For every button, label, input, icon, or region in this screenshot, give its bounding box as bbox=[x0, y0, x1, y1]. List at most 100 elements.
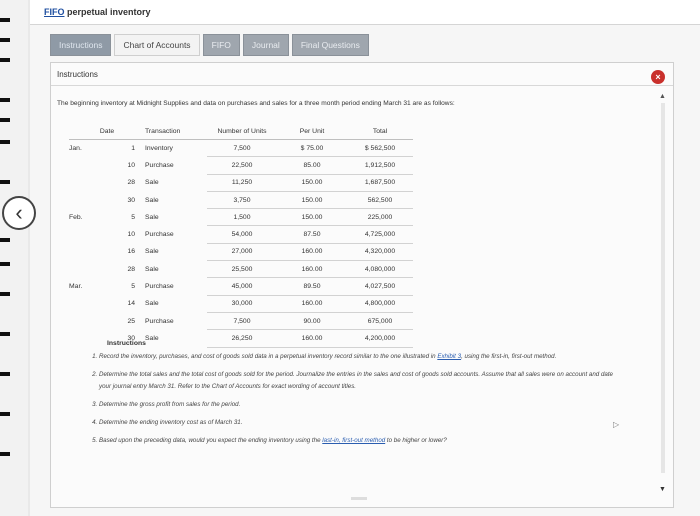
cell-day: 5 bbox=[131, 213, 135, 221]
table-row: 10 Purchase 22,500 85.00 1,912,500 bbox=[69, 156, 413, 175]
app-window: FIFO perpetual inventory Instructions Ch… bbox=[30, 0, 700, 516]
vertical-scrollbar[interactable]: ▲ ▼ bbox=[659, 93, 667, 493]
table-row: 28 Sale 11,250 150.00 1,687,500 bbox=[69, 174, 413, 192]
inventory-table: Date Transaction Number of Units Per Uni… bbox=[69, 123, 413, 348]
instruction-item: Determine the total sales and the total … bbox=[99, 369, 619, 393]
instructions-list: Record the inventory, purchases, and cos… bbox=[85, 351, 619, 453]
cell-units: 26,250 bbox=[207, 329, 277, 348]
cell-total: 4,027,500 bbox=[347, 277, 413, 296]
exhibit-link[interactable]: Exhibit 3 bbox=[437, 353, 461, 360]
instruction-item: Based upon the preceding data, would you… bbox=[99, 435, 619, 447]
cell-per-unit: 160.00 bbox=[277, 329, 347, 348]
cell-day: 10 bbox=[127, 161, 135, 169]
left-edge-bar bbox=[0, 0, 28, 516]
cell-units: 30,000 bbox=[207, 295, 277, 313]
cell-units: 11,250 bbox=[207, 174, 277, 192]
table-body: Jan. 1 Inventory 7,500 $ 75.00 $ 562,500 10 Pur… bbox=[69, 139, 413, 348]
cell-day: 16 bbox=[127, 248, 135, 256]
cell-per-unit: 87.50 bbox=[277, 225, 347, 244]
edge-tick bbox=[0, 262, 10, 266]
table-row: Jan. 1 Inventory 7,500 $ 75.00 $ 562,500 bbox=[69, 139, 413, 158]
cell-day: 1 bbox=[131, 144, 135, 152]
tab-chart-of-accounts[interactable]: Chart of Accounts bbox=[114, 34, 200, 56]
cell-total: 562,500 bbox=[347, 191, 413, 210]
instruction-item: Determine the gross profit from sales fo… bbox=[99, 399, 619, 411]
edge-tick bbox=[0, 332, 10, 336]
tab-final-questions[interactable]: Final Questions bbox=[291, 34, 369, 56]
cell-transaction: Sale bbox=[145, 248, 159, 256]
cell-total: 675,000 bbox=[347, 312, 413, 331]
cell-total: $ 562,500 bbox=[347, 139, 413, 158]
cell-month bbox=[69, 243, 101, 260]
cell-total: 4,080,000 bbox=[347, 260, 413, 279]
cell-per-unit: 90.00 bbox=[277, 312, 347, 331]
cell-total: 1,912,500 bbox=[347, 156, 413, 175]
instruction-text: Record the inventory, purchases, and cos… bbox=[99, 353, 438, 360]
col-date: Date bbox=[69, 123, 145, 140]
cell-transaction: Sale bbox=[145, 196, 159, 204]
title-prefix: FIFO bbox=[44, 7, 65, 17]
previous-button[interactable]: ‹ bbox=[2, 196, 36, 230]
table-row: Mar. 5 Purchase 45,000 89.50 4,027,500 bbox=[69, 277, 413, 296]
close-icon[interactable]: × bbox=[651, 70, 665, 84]
cell-per-unit: 150.00 bbox=[277, 191, 347, 210]
intro-text: The beginning inventory at Midnight Supp… bbox=[57, 100, 455, 107]
cell-transaction: Sale bbox=[145, 334, 159, 342]
cell-per-unit: 89.50 bbox=[277, 277, 347, 296]
tab-bar: Instructions Chart of Accounts FIFO Jour… bbox=[50, 34, 369, 56]
cell-transaction: Sale bbox=[145, 265, 159, 273]
cell-day: 30 bbox=[127, 196, 135, 204]
tab-journal[interactable]: Journal bbox=[242, 34, 289, 56]
scroll-track[interactable] bbox=[661, 103, 665, 473]
scroll-up-icon[interactable]: ▲ bbox=[659, 93, 666, 100]
instruction-text: Determine the gross profit from sales fo… bbox=[99, 401, 241, 408]
col-units: Number of Units bbox=[207, 123, 277, 140]
lifo-link[interactable]: last-in, first-out method bbox=[322, 437, 385, 444]
cell-month bbox=[69, 191, 101, 208]
table-row: 14 Sale 30,000 160.00 4,800,000 bbox=[69, 295, 413, 313]
cell-total: 4,800,000 bbox=[347, 295, 413, 313]
cell-total: 225,000 bbox=[347, 208, 413, 227]
cell-transaction: Sale bbox=[145, 179, 159, 187]
cell-day: 5 bbox=[131, 283, 135, 291]
cell-transaction: Purchase bbox=[145, 231, 174, 239]
cell-month bbox=[69, 226, 101, 243]
scroll-grip[interactable] bbox=[351, 497, 367, 500]
cell-month bbox=[69, 312, 101, 329]
cell-total: 4,320,000 bbox=[347, 243, 413, 262]
table-row: Feb. 5 Sale 1,500 150.00 225,000 bbox=[69, 208, 413, 227]
title-bar: FIFO perpetual inventory bbox=[30, 0, 700, 25]
edge-tick bbox=[0, 372, 10, 376]
title-text: perpetual inventory bbox=[64, 7, 151, 17]
cell-total: 4,200,000 bbox=[347, 329, 413, 348]
cell-total: 4,725,000 bbox=[347, 225, 413, 244]
col-total: Total bbox=[347, 123, 413, 140]
cell-transaction: Purchase bbox=[145, 317, 174, 325]
instruction-text: , using the first-in, first-out method. bbox=[461, 353, 557, 360]
cell-units: 54,000 bbox=[207, 225, 277, 244]
cell-month: Feb. bbox=[69, 213, 83, 221]
cell-transaction: Purchase bbox=[145, 283, 174, 291]
edge-tick bbox=[0, 38, 10, 42]
panel-title: Instructions bbox=[57, 70, 98, 79]
scroll-down-icon[interactable]: ▼ bbox=[659, 486, 666, 493]
edge-tick bbox=[0, 118, 10, 122]
cell-day: 28 bbox=[127, 265, 135, 273]
cell-units: 1,500 bbox=[207, 208, 277, 227]
cell-units: 7,500 bbox=[207, 312, 277, 331]
table-header-row: Date Transaction Number of Units Per Uni… bbox=[69, 123, 413, 140]
cell-total: 1,687,500 bbox=[347, 174, 413, 192]
cell-transaction: Sale bbox=[145, 300, 159, 308]
cell-per-unit: 160.00 bbox=[277, 243, 347, 262]
edge-tick bbox=[0, 180, 10, 184]
tab-fifo[interactable]: FIFO bbox=[202, 34, 240, 56]
panel-header: Instructions bbox=[51, 63, 673, 86]
col-transaction: Transaction bbox=[145, 123, 207, 140]
edge-tick bbox=[0, 452, 10, 456]
tab-instructions[interactable]: Instructions bbox=[50, 34, 112, 56]
instruction-text: Based upon the preceding data, would you… bbox=[99, 437, 323, 444]
cell-month bbox=[69, 157, 101, 174]
instructions-heading: Instructions bbox=[107, 340, 146, 347]
instruction-text: Determine the ending inventory cost as o… bbox=[99, 419, 243, 426]
edge-tick bbox=[0, 58, 10, 62]
